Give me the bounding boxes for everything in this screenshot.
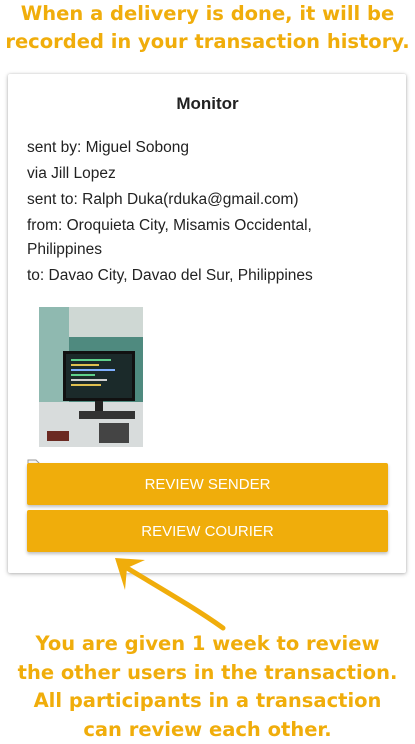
package-photo [39, 307, 143, 447]
bottom-caption-line-1: You are given 1 week to review [0, 630, 415, 659]
top-caption-line-2: recorded in your transaction history. [0, 28, 415, 56]
bottom-caption-line-4: can review each other. [0, 716, 415, 744]
sent-to-text: sent to: Ralph Duka(rduka@gmail.com) [27, 188, 367, 212]
review-courier-button[interactable]: REVIEW COURIER [27, 510, 388, 552]
transaction-details: sent by: Miguel Sobong via Jill Lopez se… [27, 136, 367, 290]
to-text: to: Davao City, Davao del Sur, Philippin… [27, 264, 367, 288]
sent-by-text: sent by: Miguel Sobong [27, 136, 367, 160]
photo-image [39, 307, 143, 447]
top-caption-line-1: When a delivery is done, it will be [0, 0, 415, 28]
from-text: from: Oroquieta City, Misamis Occidental… [27, 214, 367, 262]
bottom-caption-line-3: All participants in a transaction [0, 687, 415, 716]
top-caption: When a delivery is done, it will be reco… [0, 0, 415, 56]
bottom-caption: You are given 1 week to review the other… [0, 630, 415, 744]
arrow-up-left-icon [105, 548, 235, 638]
review-sender-button[interactable]: REVIEW SENDER [27, 463, 388, 505]
via-text: via Jill Lopez [27, 162, 367, 186]
card-title: Monitor [0, 94, 415, 114]
bottom-caption-line-2: the other users in the transaction. [0, 659, 415, 688]
